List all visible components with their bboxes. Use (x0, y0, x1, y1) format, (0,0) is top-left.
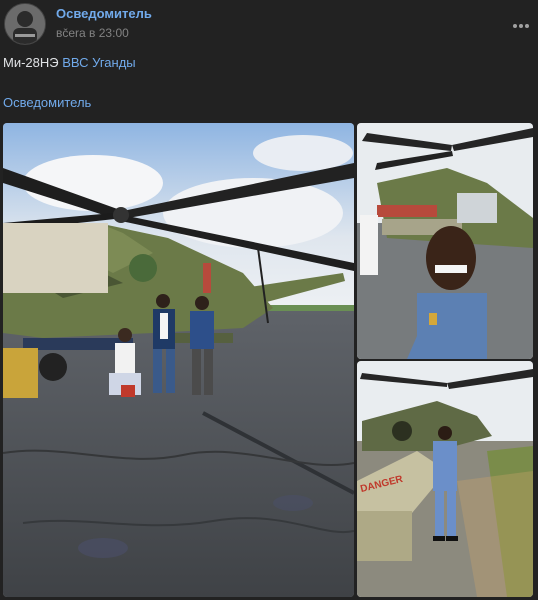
post-text-prefix: Ми-28НЭ (3, 55, 59, 70)
helicopter-group-photo[interactable] (3, 123, 354, 597)
pilot-helicopter-photo[interactable]: DANGER (357, 361, 533, 597)
more-dots-icon[interactable] (512, 16, 530, 28)
hashtag-link[interactable]: ВВС Уганды (62, 55, 135, 70)
author-name[interactable]: Осведомитель (56, 6, 152, 21)
selfie-helicopter-photo[interactable] (357, 123, 533, 359)
channel-avatar[interactable] (4, 3, 46, 45)
post-text: Ми-28НЭ ВВС Уганды (3, 55, 136, 70)
post-header: Осведомитель вčera в 23:00 (0, 0, 538, 48)
post-signature[interactable]: Осведомитель (3, 95, 91, 110)
post-time[interactable]: вčera в 23:00 (56, 26, 129, 40)
